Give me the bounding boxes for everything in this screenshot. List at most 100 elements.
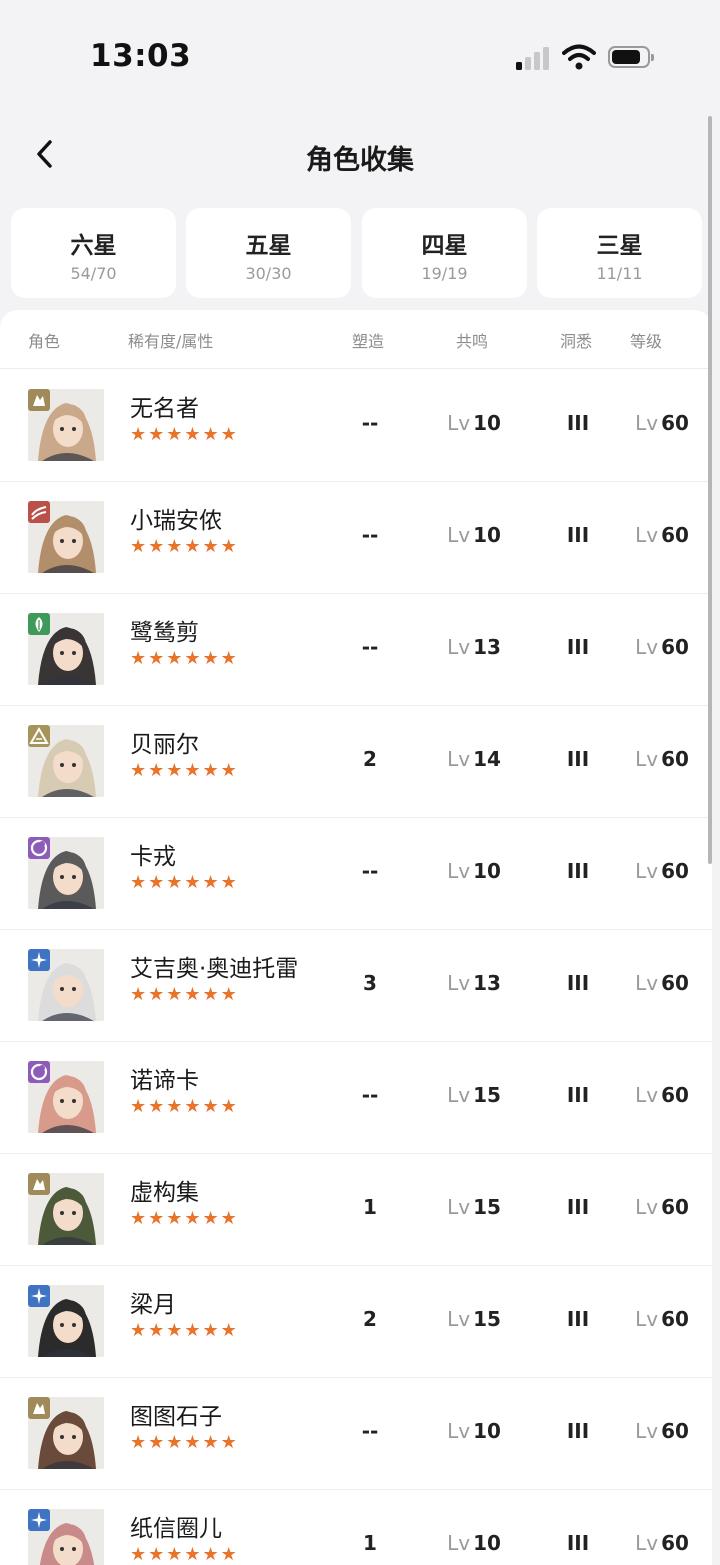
character-level: Lv 60 xyxy=(620,1083,704,1107)
tab-label: 四星 xyxy=(421,233,468,259)
table-row[interactable]: 诺谛卡 ★★★★★★ -- Lv 15 III Lv 60 xyxy=(0,1041,712,1154)
character-name: 纸信圈儿 xyxy=(130,1516,222,1542)
nav-header: 角色收集 xyxy=(0,110,720,200)
character-name: 小瑞安侬 xyxy=(130,508,222,534)
rarity-stars: ★★★★★★ xyxy=(130,984,239,1005)
character-name: 梁月 xyxy=(130,1292,176,1318)
lv-label: Lv xyxy=(447,635,471,659)
resonance-level: Lv 10 xyxy=(434,523,514,547)
character-name: 艾吉奥·奥迪托雷 xyxy=(130,956,299,982)
table-row[interactable]: 小瑞安侬 ★★★★★★ -- Lv 10 III Lv 60 xyxy=(0,481,712,594)
lv-label: Lv xyxy=(635,1195,659,1219)
header-shape: 塑造 xyxy=(352,332,385,351)
table-row[interactable]: 鹭鸶剪 ★★★★★★ -- Lv 13 III Lv 60 xyxy=(0,593,712,706)
level-value: 60 xyxy=(661,523,689,547)
tab-six-star[interactable]: 六星 54/70 xyxy=(11,208,176,298)
resonance-level: Lv 15 xyxy=(434,1307,514,1331)
wifi-icon xyxy=(562,44,596,70)
resonance-level: Lv 14 xyxy=(434,747,514,771)
table-row[interactable]: 梁月 ★★★★★★ 2 Lv 15 III Lv 60 xyxy=(0,1265,712,1378)
rarity-stars: ★★★★★★ xyxy=(130,872,239,893)
character-list[interactable]: 角色 稀有度/属性 塑造 共鸣 洞悉 等级 无名者 ★★★★★★ -- Lv 10 III… xyxy=(0,310,712,1565)
table-row[interactable]: 纸信圈儿 ★★★★★★ 1 Lv 10 III Lv 60 xyxy=(0,1489,712,1565)
rarity-stars: ★★★★★★ xyxy=(130,1432,239,1453)
tab-five-star[interactable]: 五星 30/30 xyxy=(186,208,351,298)
level-value: 60 xyxy=(661,971,689,995)
rarity-stars: ★★★★★★ xyxy=(130,1096,239,1117)
header-resonance: 共鸣 xyxy=(456,332,489,351)
character-name: 图图石子 xyxy=(130,1404,222,1430)
resonance-value: 15 xyxy=(473,1307,501,1331)
shape-value: 2 xyxy=(363,1307,377,1331)
page-title: 角色收集 xyxy=(306,145,414,176)
character-avatar[interactable] xyxy=(28,1397,104,1469)
clock: 13:03 xyxy=(90,38,192,74)
table-row[interactable]: 虚构集 ★★★★★★ 1 Lv 15 III Lv 60 xyxy=(0,1153,712,1266)
character-name: 无名者 xyxy=(130,396,199,422)
lv-label: Lv xyxy=(635,1419,659,1443)
character-level: Lv 60 xyxy=(620,747,704,771)
lv-label: Lv xyxy=(447,411,471,435)
lv-label: Lv xyxy=(447,523,471,547)
character-avatar[interactable] xyxy=(28,1173,104,1245)
resonance-value: 15 xyxy=(473,1083,501,1107)
table-row[interactable]: 卡戎 ★★★★★★ -- Lv 10 III Lv 60 xyxy=(0,817,712,930)
beast-icon xyxy=(28,1173,50,1195)
character-avatar[interactable] xyxy=(28,1509,104,1565)
scrollbar[interactable] xyxy=(708,116,712,864)
resonance-value: 10 xyxy=(473,1419,501,1443)
star-icon xyxy=(28,949,50,971)
lv-label: Lv xyxy=(447,1083,471,1107)
header-role: 角色 xyxy=(28,332,61,351)
resonance-value: 13 xyxy=(473,635,501,659)
shape-value: -- xyxy=(361,1083,379,1107)
character-avatar[interactable] xyxy=(28,613,104,685)
lv-label: Lv xyxy=(635,859,659,883)
insight-value: III xyxy=(566,635,590,659)
shape-value: -- xyxy=(361,859,379,883)
rarity-stars: ★★★★★★ xyxy=(130,1208,239,1229)
resonance-level: Lv 10 xyxy=(434,859,514,883)
rarity-tabs: 六星 54/70 五星 30/30 四星 19/19 三星 11/11 xyxy=(11,208,711,298)
shape-value: 2 xyxy=(363,747,377,771)
rarity-stars: ★★★★★★ xyxy=(130,760,239,781)
character-avatar[interactable] xyxy=(28,725,104,797)
star-icon xyxy=(28,1509,50,1531)
insight-value: III xyxy=(566,747,590,771)
star-icon xyxy=(28,1285,50,1307)
rarity-stars: ★★★★★★ xyxy=(130,424,239,445)
tab-label: 六星 xyxy=(70,233,117,259)
beast-icon xyxy=(28,1397,50,1419)
character-avatar[interactable] xyxy=(28,501,104,573)
resonance-value: 10 xyxy=(473,1531,501,1555)
tab-three-star[interactable]: 三星 11/11 xyxy=(537,208,702,298)
table-row[interactable]: 图图石子 ★★★★★★ -- Lv 10 III Lv 60 xyxy=(0,1377,712,1490)
lv-label: Lv xyxy=(635,1531,659,1555)
lv-label: Lv xyxy=(635,1083,659,1107)
character-avatar[interactable] xyxy=(28,1285,104,1357)
tab-four-star[interactable]: 四星 19/19 xyxy=(362,208,527,298)
insight-value: III xyxy=(566,411,590,435)
insight-value: III xyxy=(566,1419,590,1443)
table-row[interactable]: 贝丽尔 ★★★★★★ 2 Lv 14 III Lv 60 xyxy=(0,705,712,818)
shape-value: 1 xyxy=(363,1195,377,1219)
shape-value: -- xyxy=(361,1419,379,1443)
status-bar: 13:03 xyxy=(0,0,720,110)
lv-label: Lv xyxy=(447,1531,471,1555)
lv-label: Lv xyxy=(447,1419,471,1443)
character-avatar[interactable] xyxy=(28,389,104,461)
beast-icon xyxy=(28,389,50,411)
resonance-level: Lv 10 xyxy=(434,1531,514,1555)
character-avatar[interactable] xyxy=(28,837,104,909)
lv-label: Lv xyxy=(635,635,659,659)
tab-count: 30/30 xyxy=(245,264,292,283)
table-row[interactable]: 无名者 ★★★★★★ -- Lv 10 III Lv 60 xyxy=(0,369,712,482)
mountain-icon xyxy=(28,725,50,747)
level-value: 60 xyxy=(661,1307,689,1331)
character-avatar[interactable] xyxy=(28,949,104,1021)
table-row[interactable]: 艾吉奥·奥迪托雷 ★★★★★★ 3 Lv 13 III Lv 60 xyxy=(0,929,712,1042)
lv-label: Lv xyxy=(447,1195,471,1219)
lv-label: Lv xyxy=(447,747,471,771)
resonance-value: 10 xyxy=(473,523,501,547)
character-avatar[interactable] xyxy=(28,1061,104,1133)
